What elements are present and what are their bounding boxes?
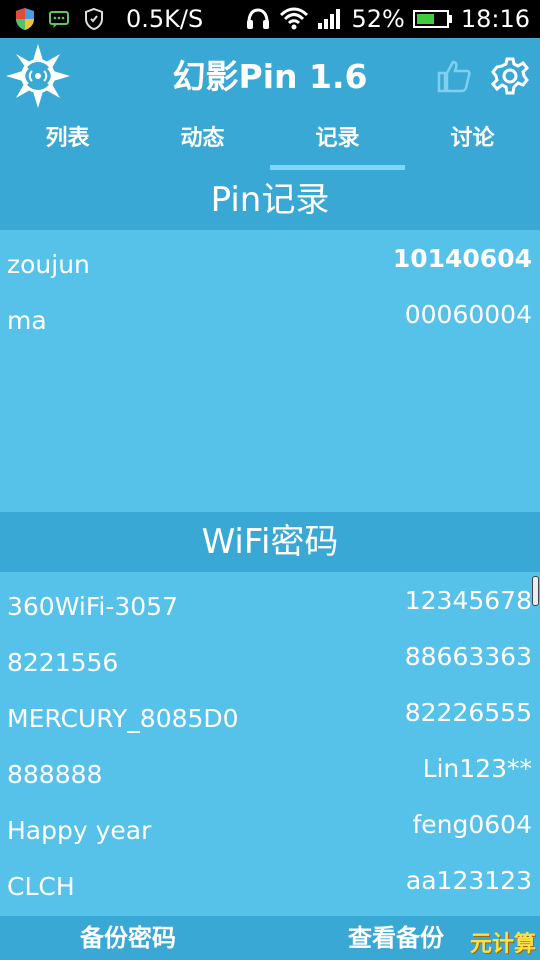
list-item[interactable]: Happy year feng0604 — [0, 796, 540, 852]
wifi-password: feng0604 — [412, 810, 532, 839]
bottom-action-bar: 备份密码 查看备份 元计算 — [0, 916, 540, 960]
shield-icon — [14, 7, 36, 31]
battery-icon — [412, 9, 453, 29]
list-item[interactable]: MERCURY_8085D0 82226555 — [0, 684, 540, 740]
view-backup-button[interactable]: 查看备份 — [348, 916, 444, 960]
wifi-ssid: 888888 — [7, 760, 103, 789]
wifi-ssid: CLCH — [7, 872, 75, 901]
clock: 18:16 — [460, 5, 530, 33]
scrollbar[interactable] — [532, 576, 539, 606]
pin-value: 10140604 — [392, 244, 532, 273]
gear-icon[interactable] — [490, 56, 530, 96]
pin-value: 00060004 — [404, 300, 532, 329]
pin-section-title: Pin记录 — [0, 170, 540, 230]
wifi-ssid: Happy year — [7, 816, 152, 845]
tab-list[interactable]: 列表 — [0, 116, 135, 170]
pin-list: zoujun 10140604 ma 00060004 — [0, 230, 540, 512]
backup-password-button[interactable]: 备份密码 — [80, 916, 176, 960]
wifi-ssid: 360WiFi-3057 — [7, 592, 178, 621]
list-item[interactable]: 8221556 88663363 — [0, 628, 540, 684]
list-item[interactable]: 888888 Lin123** — [0, 740, 540, 796]
status-bar: 0.5K/S 52% 18:16 — [0, 0, 540, 38]
list-item[interactable]: CLCH aa123123 — [0, 852, 540, 908]
wifi-password: 12345678 — [404, 586, 532, 615]
tab-bar: 列表 动态 记录 讨论 — [0, 116, 540, 170]
wifi-icon — [279, 7, 309, 31]
app-header: 幻影Pin 1.6 — [0, 38, 540, 116]
wifi-section-title: WiFi密码 — [0, 512, 540, 572]
tab-discussion[interactable]: 讨论 — [405, 116, 540, 170]
security-icon — [82, 7, 106, 31]
wifi-ssid: MERCURY_8085D0 — [7, 704, 239, 733]
headset-icon — [245, 6, 271, 32]
wifi-password: Lin123** — [422, 754, 532, 783]
list-item[interactable]: ma 00060004 — [0, 286, 540, 342]
list-item[interactable]: 360WiFi-3057 12345678 — [0, 572, 540, 628]
watermark: 元计算 — [469, 932, 536, 957]
pin-name: zoujun — [7, 250, 90, 279]
battery-percent: 52% — [351, 5, 405, 33]
wifi-list[interactable]: 360WiFi-3057 12345678 8221556 88663363 M… — [0, 572, 540, 916]
chat-icon — [48, 9, 70, 29]
signal-icon — [317, 7, 343, 31]
wifi-password: aa123123 — [405, 866, 532, 895]
pin-name: ma — [7, 306, 47, 335]
tab-activity[interactable]: 动态 — [135, 116, 270, 170]
wifi-password: 82226555 — [404, 698, 532, 727]
list-item[interactable]: zoujun 10140604 — [0, 230, 540, 286]
wifi-ssid: 8221556 — [7, 648, 119, 677]
wifi-password: 88663363 — [404, 642, 532, 671]
net-speed: 0.5K/S — [126, 5, 204, 33]
tab-records[interactable]: 记录 — [270, 116, 405, 170]
thumbs-up-icon[interactable] — [436, 58, 472, 94]
